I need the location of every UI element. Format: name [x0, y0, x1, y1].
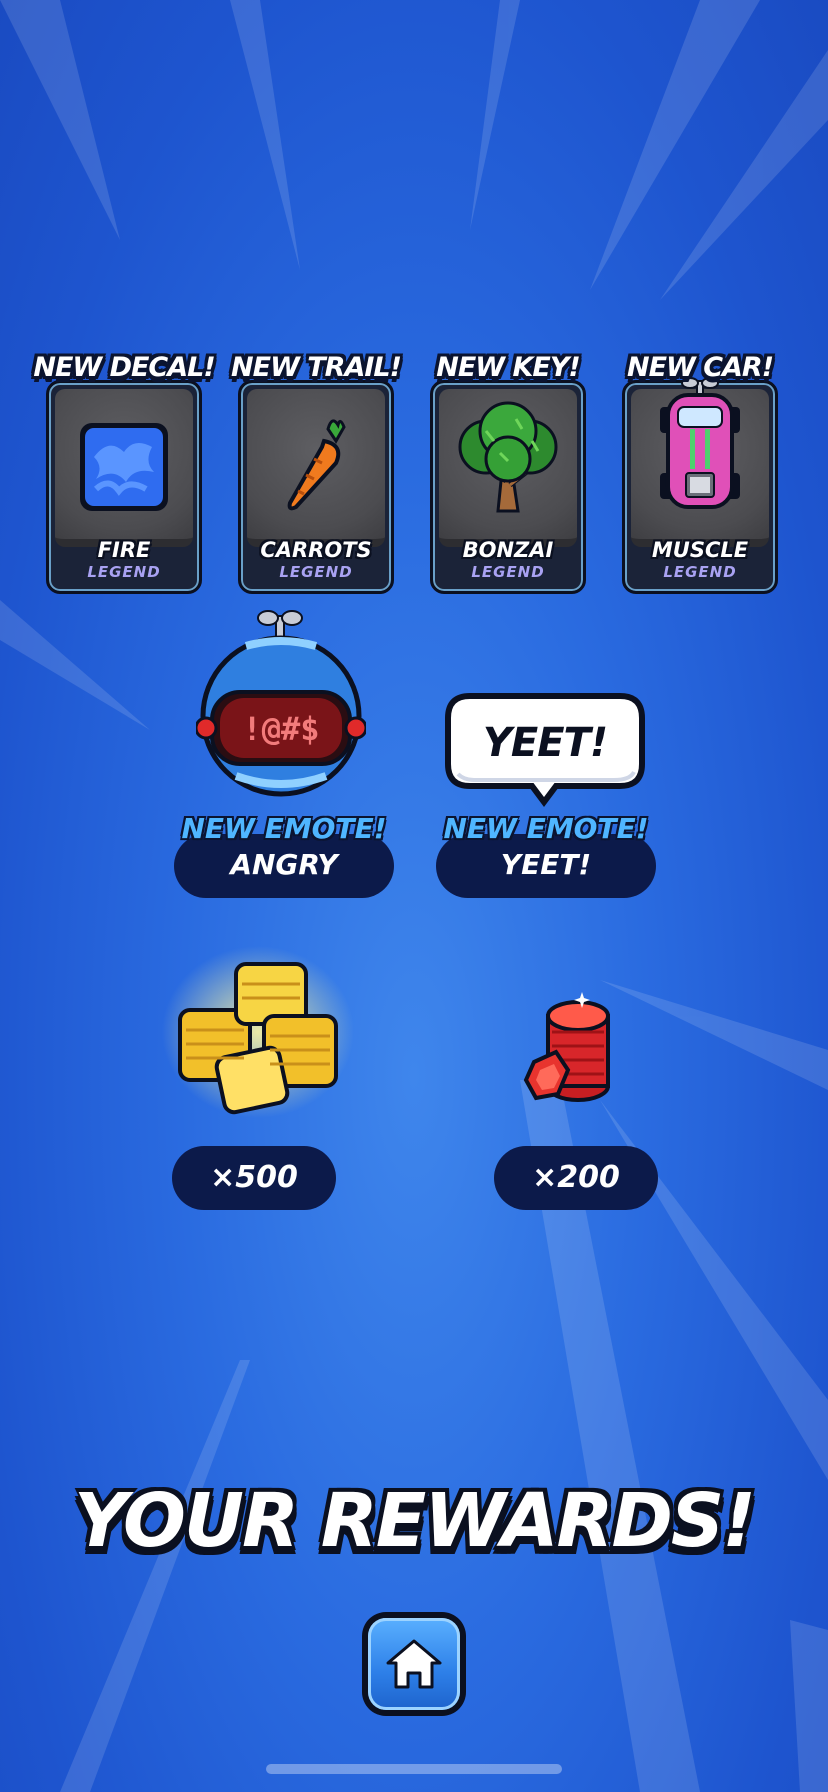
fire-decal-icon: [80, 423, 168, 511]
reward-header: NEW DECAL!: [33, 352, 215, 383]
gems-amount: ×200: [494, 1146, 658, 1210]
reward-card-frame: BONZAI LEGEND: [430, 380, 586, 594]
speech-bubble-text: YEET!: [482, 720, 608, 766]
emote-name: YEET!: [500, 848, 592, 881]
reward-name: FIRE: [97, 538, 151, 562]
reward-card-art-area: [631, 377, 769, 547]
reward-name: CARROTS: [260, 538, 372, 562]
reward-rarity: LEGEND: [279, 563, 353, 581]
reward-card-art-area: [247, 389, 385, 547]
reward-name: MUSCLE: [651, 538, 749, 562]
home-button-face: [368, 1618, 460, 1710]
page-title: YOUR REWARDS!: [74, 1478, 756, 1564]
emote-name: ANGRY: [230, 848, 338, 881]
reward-card-frame: FIRE LEGEND: [46, 380, 202, 594]
gold-coins-icon: [162, 946, 354, 1118]
home-icon: [386, 1639, 442, 1689]
reward-card-art-area: [55, 389, 193, 547]
reward-header: NEW CAR!: [626, 352, 774, 383]
red-gems-icon: [523, 992, 610, 1102]
home-indicator-bar[interactable]: [266, 1764, 562, 1774]
reward-card-frame: MUSCLE LEGEND: [622, 377, 778, 594]
bonsai-tree-icon: [458, 401, 558, 513]
reward-rarity: LEGEND: [87, 563, 161, 581]
muscle-car-icon: [660, 377, 740, 509]
reward-header: NEW TRAIL!: [231, 352, 402, 383]
reward-card-art-area: [439, 389, 577, 547]
reward-card-bonzai: NEW KEY! BONZAI LEGEND: [413, 350, 603, 594]
reward-card-carrots: NEW TRAIL! CARROTS LEGEND: [221, 350, 411, 594]
carrot-icon: [287, 419, 346, 511]
svg-text:!@#$: !@#$: [242, 710, 319, 748]
emote-title: NEW EMOTE!: [443, 812, 649, 845]
reward-card-frame: CARROTS LEGEND: [238, 380, 394, 594]
reward-card-muscle: NEW CAR! MUSCLE LEGEND: [605, 350, 795, 594]
home-button[interactable]: [362, 1612, 466, 1716]
reward-rarity: LEGEND: [471, 563, 545, 581]
emote-title: NEW EMOTE!: [181, 812, 387, 845]
reward-name: BONZAI: [462, 538, 554, 562]
reward-header: NEW KEY!: [436, 352, 580, 383]
reward-rarity: LEGEND: [663, 563, 737, 581]
angry-robot-emote-icon: !@#$: [196, 610, 366, 797]
coins-amount: ×500: [172, 1146, 336, 1210]
reward-card-fire: NEW DECAL! FIRE LEGEND: [29, 350, 219, 594]
